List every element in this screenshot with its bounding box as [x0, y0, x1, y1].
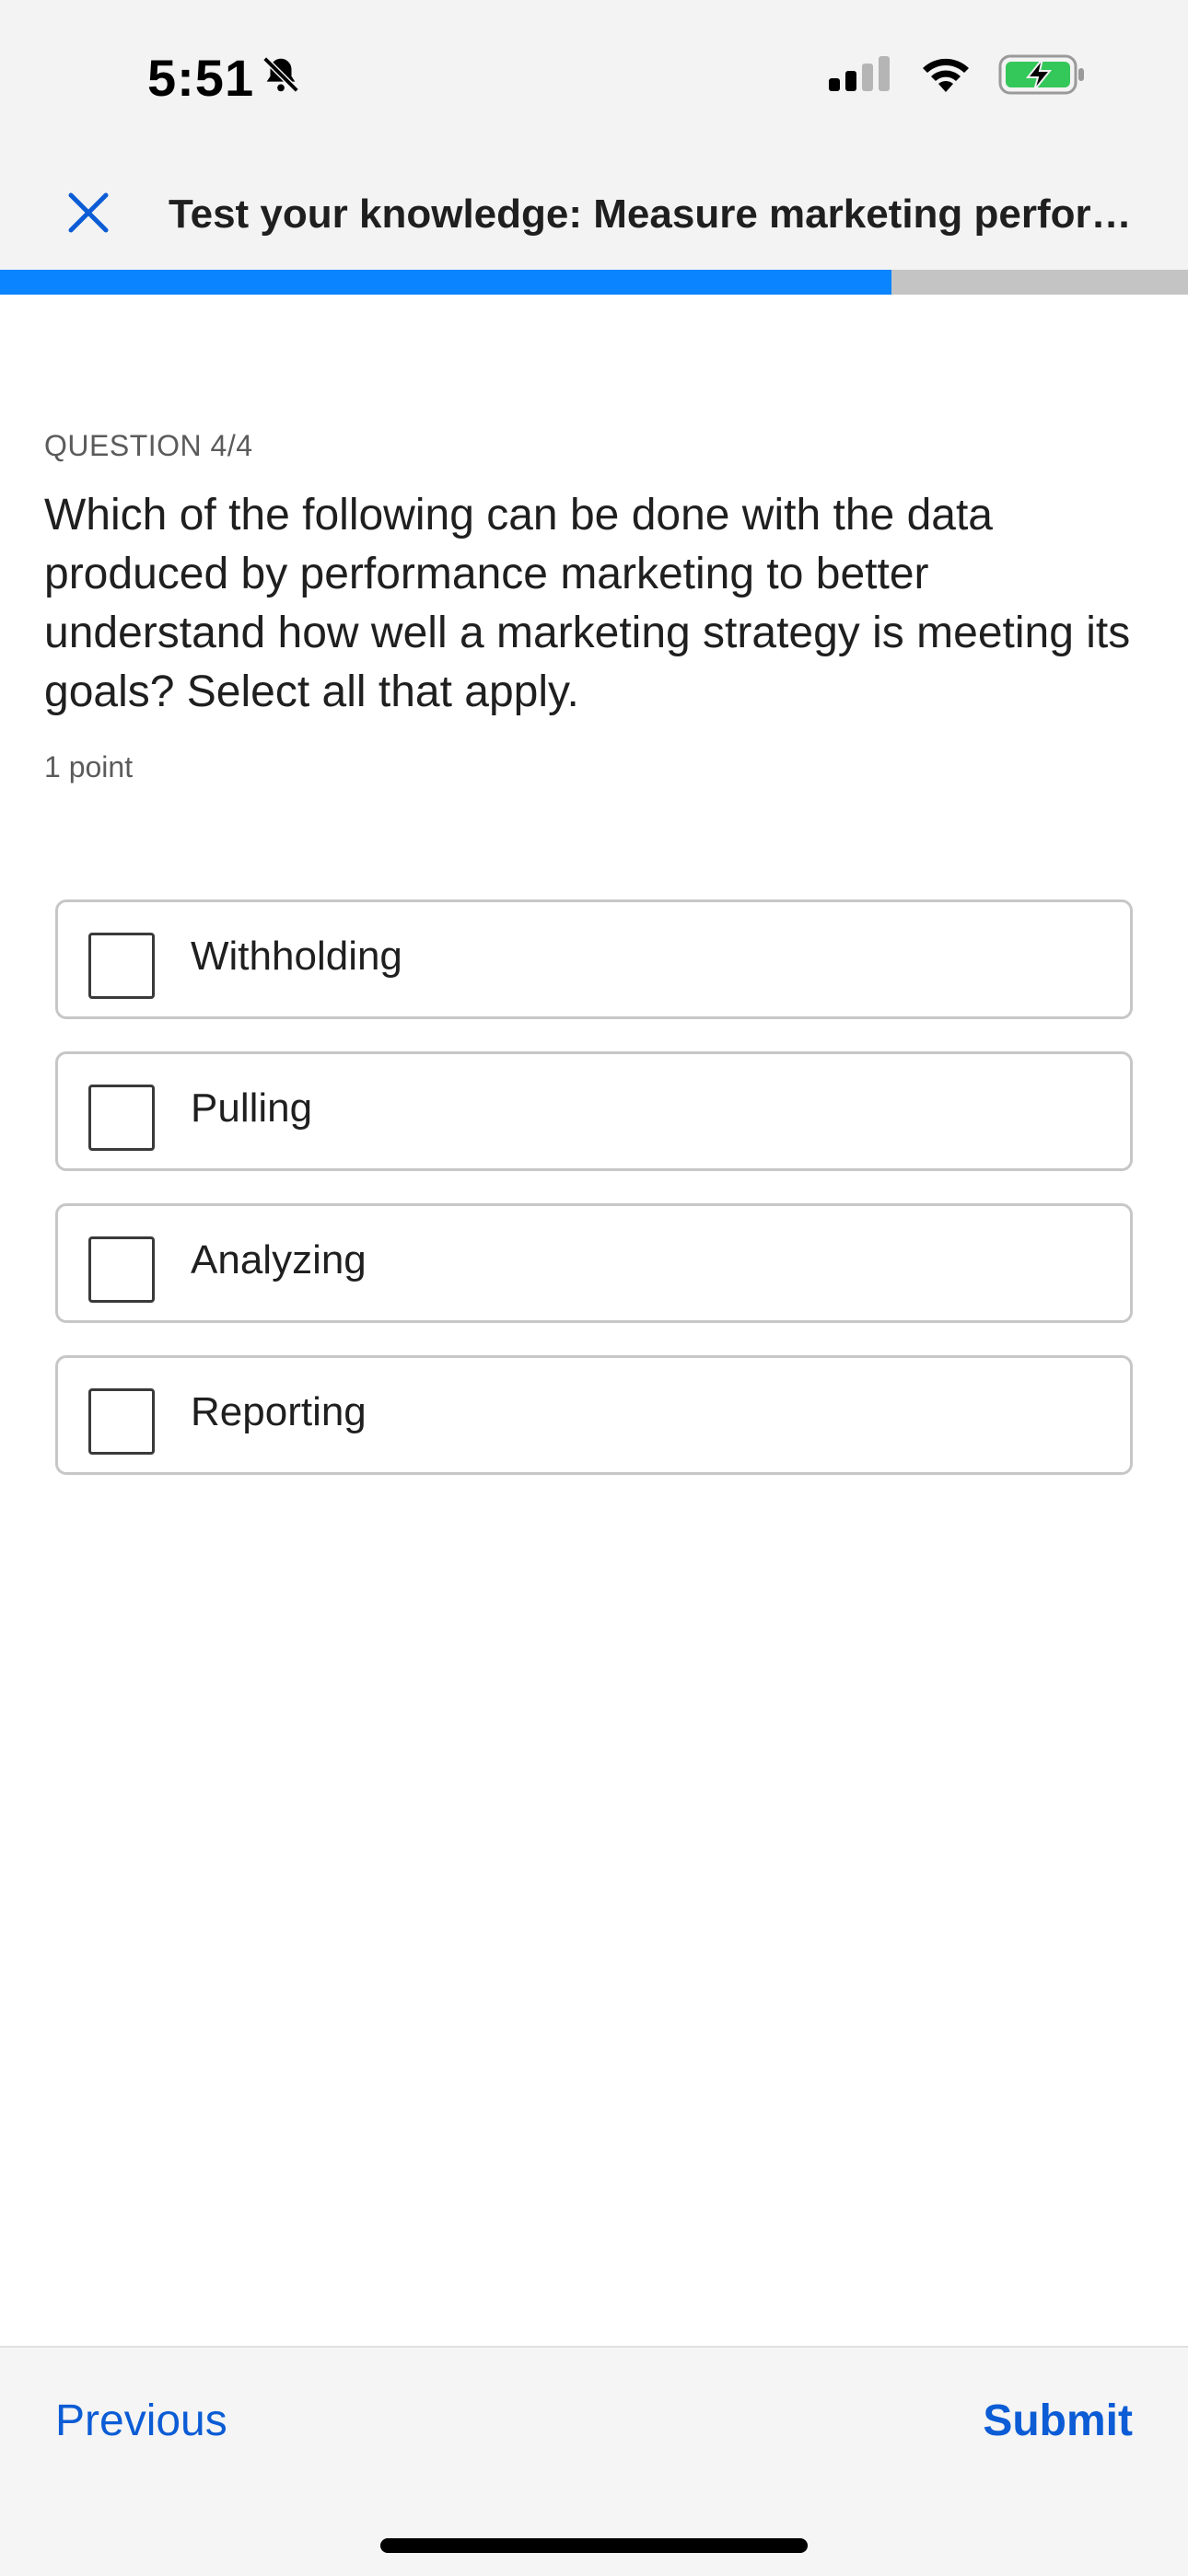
option-reporting[interactable]: Reporting	[55, 1355, 1133, 1475]
checkbox[interactable]	[88, 933, 155, 999]
status-time-text: 5:51	[147, 49, 255, 107]
option-pulling[interactable]: Pulling	[55, 1051, 1133, 1171]
bell-slash-icon	[260, 48, 302, 108]
home-indicator	[380, 2538, 808, 2553]
previous-button[interactable]: Previous	[55, 2396, 227, 2446]
question-number: QUESTION 4/4	[44, 429, 253, 462]
question-points: 1 point	[44, 750, 134, 783]
progress-bar	[0, 270, 1188, 295]
progress-fill	[0, 270, 891, 295]
option-label: Withholding	[191, 934, 402, 979]
option-label: Analyzing	[191, 1237, 367, 1282]
close-button[interactable]	[55, 181, 122, 248]
option-label: Pulling	[191, 1085, 313, 1131]
question-text: Which of the following can be done with …	[44, 491, 1131, 716]
option-label: Reporting	[191, 1389, 367, 1434]
checkbox[interactable]	[88, 1085, 155, 1151]
option-analyzing[interactable]: Analyzing	[55, 1203, 1133, 1323]
page-title: Test your knowledge: Measure marketing p…	[169, 191, 1145, 237]
status-time: 5:51	[147, 48, 302, 108]
close-icon	[66, 191, 111, 239]
status-icons	[827, 53, 1087, 100]
wifi-icon	[919, 55, 973, 99]
option-withholding[interactable]: Withholding	[55, 899, 1133, 1019]
checkbox[interactable]	[88, 1236, 155, 1303]
submit-button[interactable]: Submit	[983, 2396, 1133, 2446]
cellular-signal-icon	[827, 56, 893, 98]
answer-options: Withholding Pulling Analyzing Reporting	[55, 899, 1133, 1507]
status-bar: 5:51	[0, 0, 1188, 161]
quiz-header: Test your knowledge: Measure marketing p…	[0, 161, 1188, 270]
checkbox[interactable]	[88, 1388, 155, 1455]
battery-charging-icon	[998, 53, 1087, 100]
